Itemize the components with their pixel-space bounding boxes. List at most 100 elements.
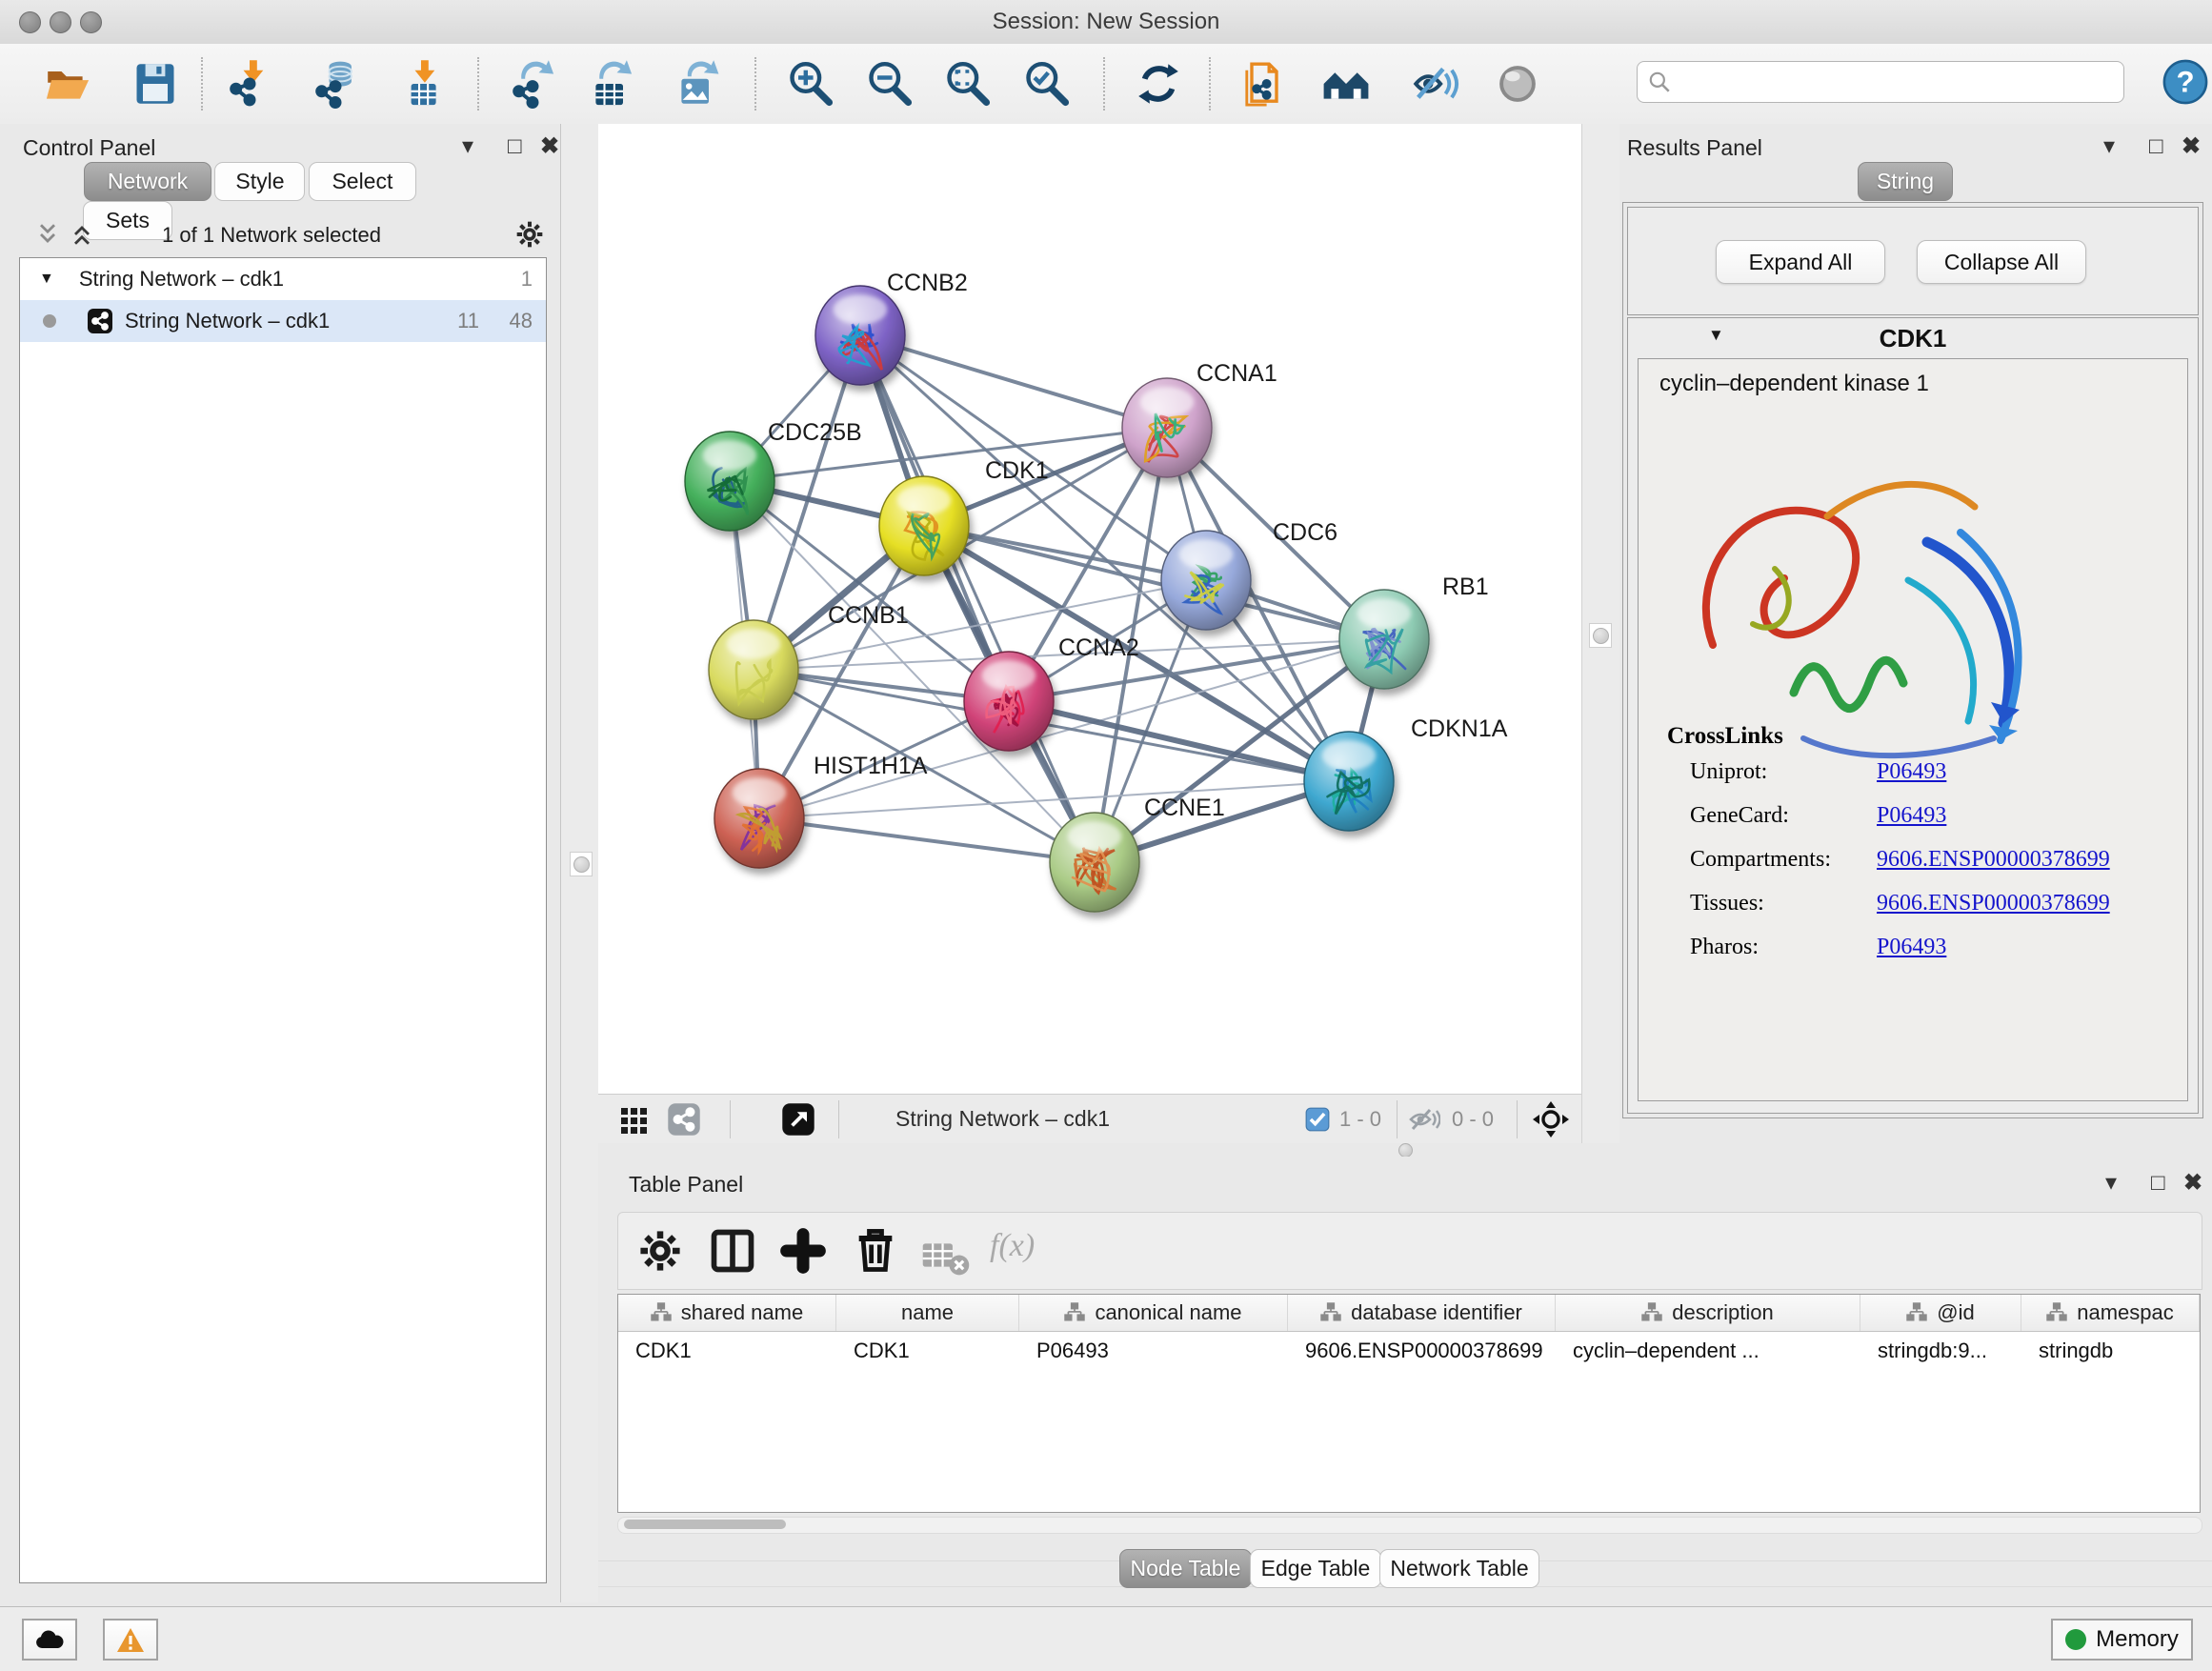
memory-button[interactable]: Memory bbox=[2051, 1619, 2193, 1661]
horizontal-splitter-handle[interactable] bbox=[1398, 1143, 1413, 1158]
zoom-in-icon[interactable] bbox=[786, 59, 835, 109]
zoom-out-icon[interactable] bbox=[865, 59, 915, 109]
tab-network-table[interactable]: Network Table bbox=[1379, 1549, 1539, 1588]
expand-all-button[interactable]: Expand All bbox=[1716, 240, 1885, 284]
birdseye-grid-icon[interactable] bbox=[619, 1104, 650, 1135]
add-column-icon[interactable] bbox=[778, 1226, 828, 1276]
control-panel-float-icon[interactable]: □ bbox=[508, 135, 522, 158]
open-in-new-window-icon[interactable] bbox=[781, 1102, 815, 1137]
open-session-icon[interactable] bbox=[43, 59, 92, 109]
tab-select[interactable]: Select bbox=[309, 162, 416, 201]
import-table-from-file-icon[interactable] bbox=[396, 59, 446, 109]
table-panel-close-icon[interactable]: ✖ bbox=[2183, 1172, 2202, 1195]
cloud-button[interactable] bbox=[22, 1619, 77, 1661]
results-panel-close-icon[interactable]: ✖ bbox=[2182, 135, 2201, 158]
search-input[interactable] bbox=[1672, 69, 2095, 95]
string-document-icon[interactable] bbox=[1239, 59, 1289, 109]
table-cell[interactable]: CDK1 bbox=[618, 1332, 836, 1370]
network-view-toolbar: String Network – cdk1 1 - 0 0 - 0 bbox=[598, 1094, 1581, 1144]
network-graph[interactable]: CCNB2CCNA1CDC25BCDK1CDC6RB1CCNB1CCNA2CDK… bbox=[598, 124, 1581, 1094]
column-header-database-identifier[interactable]: database identifier bbox=[1288, 1295, 1556, 1331]
network-node-rb1[interactable]: RB1 bbox=[1339, 574, 1489, 689]
tab-style[interactable]: Style bbox=[214, 162, 305, 201]
gear-icon[interactable] bbox=[635, 1226, 685, 1276]
zoom-selected-icon[interactable] bbox=[1022, 59, 1072, 109]
table-cell[interactable]: CDK1 bbox=[836, 1332, 1019, 1370]
control-panel-menu-icon[interactable]: ▾ bbox=[462, 135, 473, 158]
zoom-fit-icon[interactable] bbox=[943, 59, 993, 109]
delete-column-trash-icon[interactable] bbox=[851, 1226, 900, 1276]
column-header-shared-name[interactable]: shared name bbox=[618, 1295, 836, 1331]
crosslink-link[interactable]: P06493 bbox=[1877, 759, 1946, 785]
table-cell[interactable]: 9606.ENSP00000378699 bbox=[1288, 1332, 1556, 1370]
refresh-icon[interactable] bbox=[1134, 59, 1183, 109]
column-header-name[interactable]: name bbox=[836, 1295, 1019, 1331]
crosslink-link[interactable]: P06493 bbox=[1877, 803, 1946, 829]
expand-all-icon[interactable] bbox=[69, 221, 95, 248]
table-h-scrollbar-thumb[interactable] bbox=[624, 1520, 786, 1529]
table-cell[interactable]: cyclin–dependent ... bbox=[1556, 1332, 1860, 1370]
left-splitter-handle[interactable] bbox=[570, 852, 593, 876]
network-node-cdkn1a[interactable]: CDKN1A bbox=[1304, 715, 1508, 831]
import-network-from-file-icon[interactable] bbox=[225, 59, 274, 109]
column-header-description[interactable]: description bbox=[1556, 1295, 1860, 1331]
help-icon[interactable]: ? bbox=[2161, 57, 2210, 107]
tree-expand-icon[interactable]: ▼ bbox=[39, 271, 54, 288]
minimize-window-button[interactable] bbox=[50, 11, 71, 33]
network-edge[interactable] bbox=[860, 335, 1167, 428]
gear-icon[interactable] bbox=[514, 219, 545, 250]
results-panel-float-icon[interactable]: □ bbox=[2149, 135, 2163, 158]
results-panel-menu-icon[interactable]: ▾ bbox=[2103, 135, 2115, 158]
export-table-icon[interactable] bbox=[586, 59, 635, 109]
table-panel-float-icon[interactable]: □ bbox=[2151, 1172, 2165, 1195]
node-label: CDKN1A bbox=[1411, 715, 1508, 742]
collapse-all-icon[interactable] bbox=[34, 221, 61, 248]
column-header-namespac[interactable]: namespac bbox=[2021, 1295, 2200, 1331]
table-panel-menu-icon[interactable]: ▾ bbox=[2105, 1172, 2117, 1195]
node-table[interactable]: shared namenamecanonical namedatabase id… bbox=[617, 1294, 2201, 1513]
crosslink-link[interactable]: 9606.ENSP00000378699 bbox=[1877, 891, 2110, 916]
network-node-ccnb2[interactable]: CCNB2 bbox=[815, 270, 968, 385]
selected-checkbox-icon[interactable] bbox=[1305, 1107, 1330, 1132]
table-cell[interactable]: stringdb:9... bbox=[1860, 1332, 2021, 1370]
column-header--id[interactable]: @id bbox=[1860, 1295, 2021, 1331]
left-splitter[interactable] bbox=[560, 124, 600, 1602]
table-row[interactable]: CDK1CDK1P064939606.ENSP00000378699cyclin… bbox=[618, 1332, 2200, 1370]
crosslink-link[interactable]: P06493 bbox=[1877, 935, 1946, 960]
export-network-icon[interactable] bbox=[508, 59, 557, 109]
table-h-scrollbar[interactable] bbox=[617, 1517, 2202, 1534]
warning-button[interactable] bbox=[103, 1619, 158, 1661]
import-network-from-database-icon[interactable] bbox=[311, 59, 360, 109]
show-columns-icon[interactable] bbox=[708, 1226, 757, 1276]
save-session-icon[interactable] bbox=[131, 59, 180, 109]
table-cell[interactable]: P06493 bbox=[1019, 1332, 1288, 1370]
zoom-window-button[interactable] bbox=[80, 11, 102, 33]
sphere-icon[interactable] bbox=[1493, 59, 1542, 109]
network-collection-row[interactable]: ▼ String Network – cdk1 1 bbox=[20, 258, 546, 300]
tab-node-table[interactable]: Node Table bbox=[1119, 1549, 1252, 1588]
network-row-selected[interactable]: String Network – cdk1 11 48 bbox=[20, 300, 546, 342]
collapse-all-button[interactable]: Collapse All bbox=[1917, 240, 2086, 284]
tab-edge-table[interactable]: Edge Table bbox=[1250, 1549, 1381, 1588]
network-edge[interactable] bbox=[759, 818, 1095, 862]
table-cell[interactable]: stringdb bbox=[2021, 1332, 2200, 1370]
houses-icon[interactable] bbox=[1321, 59, 1371, 109]
network-node-ccne1[interactable]: CCNE1 bbox=[1050, 795, 1225, 912]
network-edge[interactable] bbox=[860, 335, 1095, 862]
control-panel-close-icon[interactable]: ✖ bbox=[540, 135, 559, 158]
close-window-button[interactable] bbox=[19, 11, 41, 33]
string-share-icon[interactable] bbox=[667, 1102, 701, 1137]
tab-network[interactable]: Network bbox=[84, 162, 211, 201]
network-edge[interactable] bbox=[1009, 701, 1349, 781]
export-image-icon[interactable] bbox=[672, 59, 721, 109]
fit-content-crosshair-icon[interactable] bbox=[1532, 1100, 1570, 1138]
right-splitter[interactable] bbox=[1581, 124, 1621, 1151]
glass-ball-eye-icon[interactable] bbox=[1411, 59, 1460, 109]
network-canvas[interactable]: CCNB2CCNA1CDC25BCDK1CDC6RB1CCNB1CCNA2CDK… bbox=[598, 124, 1581, 1094]
tab-string[interactable]: String bbox=[1858, 162, 1953, 201]
crosslink-link[interactable]: 9606.ENSP00000378699 bbox=[1877, 847, 2110, 873]
column-header-canonical-name[interactable]: canonical name bbox=[1019, 1295, 1288, 1331]
network-node-ccna1[interactable]: CCNA1 bbox=[1122, 360, 1277, 477]
right-splitter-handle[interactable] bbox=[1589, 623, 1612, 648]
node-label: CCNA1 bbox=[1196, 360, 1277, 387]
